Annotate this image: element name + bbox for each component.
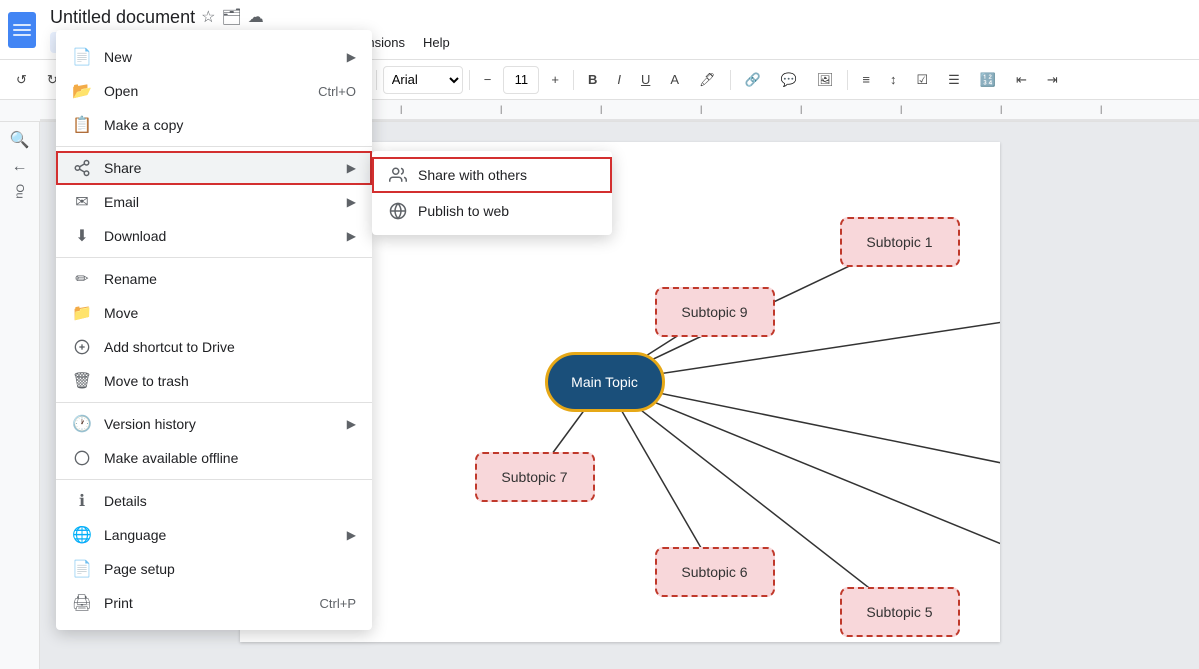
details-icon: ℹ (72, 491, 92, 511)
file-menu-language[interactable]: 🌐 Language ▶ (56, 518, 372, 552)
download-icon: ⬇ (72, 226, 92, 246)
file-menu-pagesetup[interactable]: 📄 Page setup (56, 552, 372, 586)
file-menu-share[interactable]: Share ▶ Share with others (56, 151, 372, 185)
file-menu-new[interactable]: 📄 New ▶ (56, 40, 372, 74)
shortcut-icon (72, 337, 92, 357)
file-menu-section-1: 📄 New ▶ 📂 Open Ctrl+O 📋 Make a copy (56, 36, 372, 147)
publish-to-web[interactable]: Publish to web (372, 193, 612, 229)
file-menu-section-5: ℹ Details 🌐 Language ▶ 📄 Page setup 🖨 Pr… (56, 480, 372, 624)
file-menu-details[interactable]: ℹ Details (56, 484, 372, 518)
file-menu-download[interactable]: ⬇ Download ▶ (56, 219, 372, 253)
file-menu-email[interactable]: ✉ Email ▶ (56, 185, 372, 219)
share-submenu: Share with others Publish to web (372, 151, 612, 235)
offline-icon (72, 448, 92, 468)
open-icon: 📂 (72, 81, 92, 101)
file-menu-version[interactable]: 🕐 Version history ▶ (56, 407, 372, 441)
file-menu-print[interactable]: 🖨 Print Ctrl+P (56, 586, 372, 620)
file-menu-trash[interactable]: 🗑 Move to trash (56, 364, 372, 398)
file-menu-open[interactable]: 📂 Open Ctrl+O (56, 74, 372, 108)
share-with-others[interactable]: Share with others (372, 157, 612, 193)
file-menu-section-3: ✏ Rename 📁 Move Add shortcut to Drive 🗑 … (56, 258, 372, 403)
print-icon: 🖨 (72, 593, 92, 613)
file-menu-section-2: Share ▶ Share with others (56, 147, 372, 258)
file-menu: 📄 New ▶ 📂 Open Ctrl+O 📋 Make a copy (56, 30, 372, 630)
publish-icon (388, 201, 408, 221)
file-menu-move[interactable]: 📁 Move (56, 296, 372, 330)
share-menu-icon (72, 158, 92, 178)
file-menu-rename[interactable]: ✏ Rename (56, 262, 372, 296)
share-with-others-icon (388, 165, 408, 185)
new-icon: 📄 (72, 47, 92, 67)
trash-icon: 🗑 (72, 371, 92, 391)
copy-icon: 📋 (72, 115, 92, 135)
file-menu-section-4: 🕐 Version history ▶ Make available offli… (56, 403, 372, 480)
file-menu-copy[interactable]: 📋 Make a copy (56, 108, 372, 142)
rename-icon: ✏ (72, 269, 92, 289)
file-menu-offline[interactable]: Make available offline (56, 441, 372, 475)
version-icon: 🕐 (72, 414, 92, 434)
move-icon: 📁 (72, 303, 92, 323)
menu-overlay[interactable]: 📄 New ▶ 📂 Open Ctrl+O 📋 Make a copy (0, 0, 1199, 669)
pagesetup-icon: 📄 (72, 559, 92, 579)
language-icon: 🌐 (72, 525, 92, 545)
file-menu-shortcut[interactable]: Add shortcut to Drive (56, 330, 372, 364)
email-icon: ✉ (72, 192, 92, 212)
